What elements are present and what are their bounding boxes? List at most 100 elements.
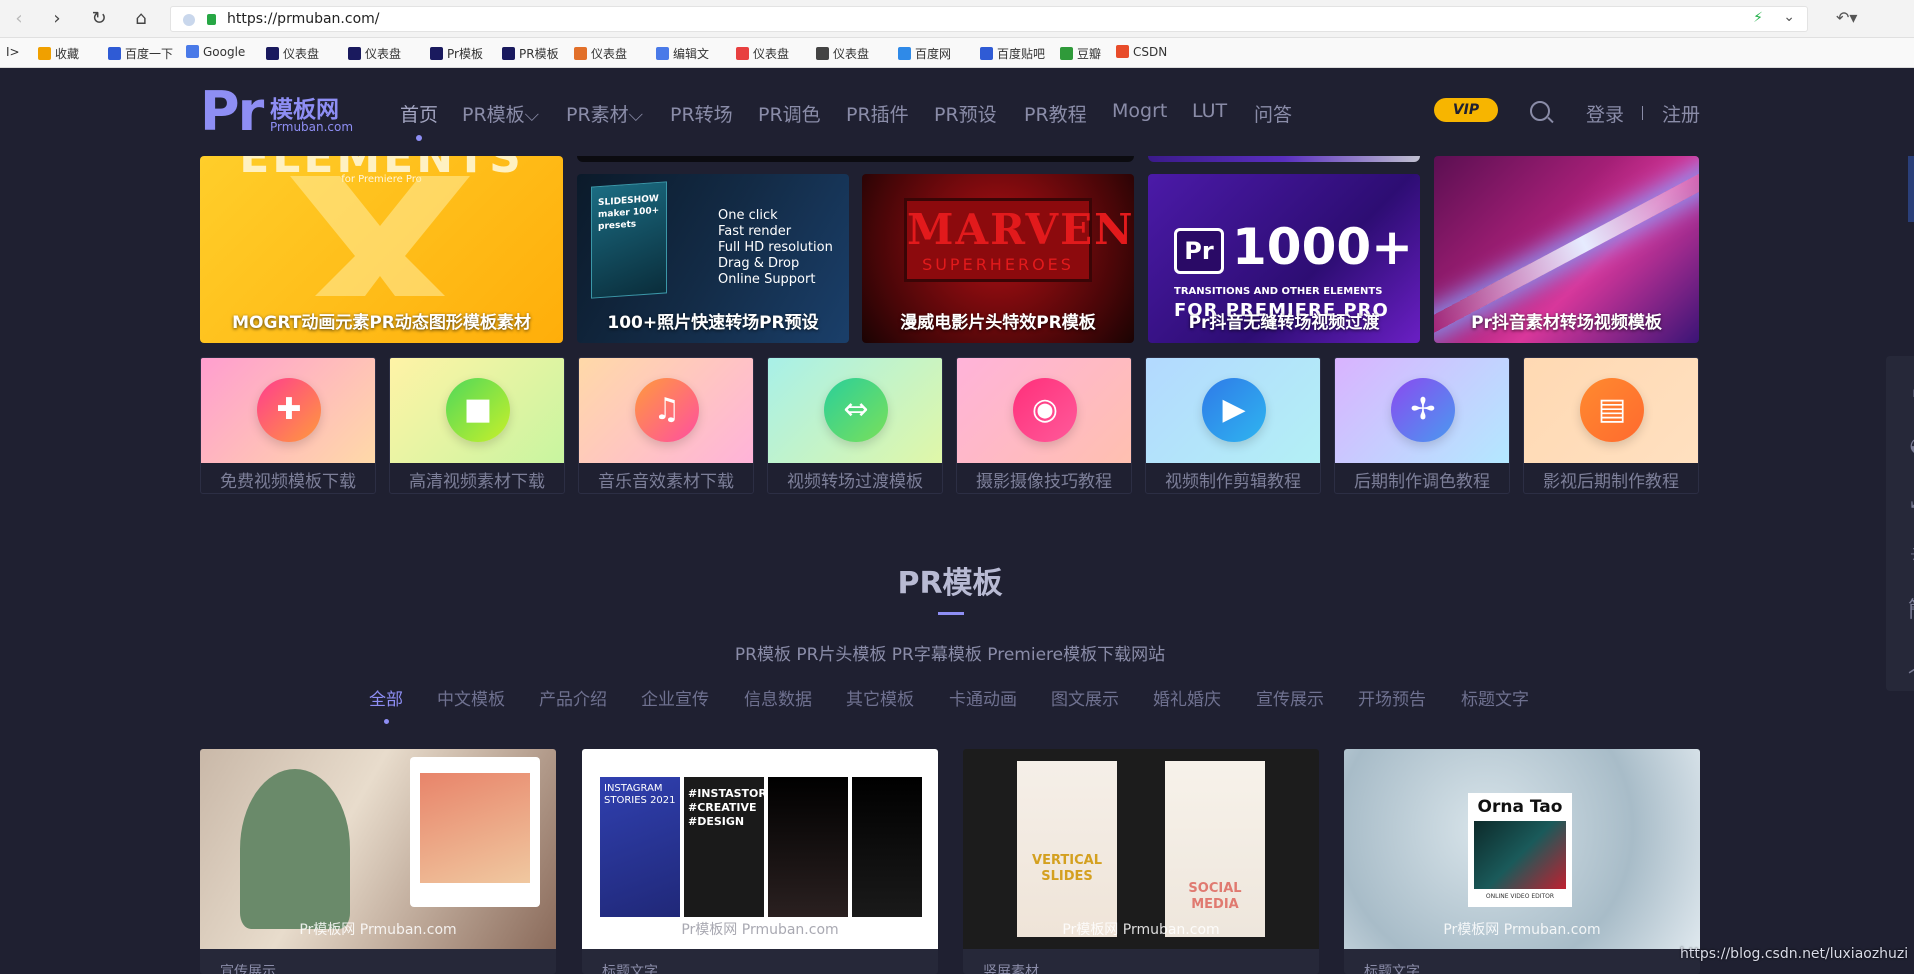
nav-item[interactable]: PR插件 (846, 100, 909, 127)
banner-caption: 漫威电影片头特效PR模板 (900, 313, 1096, 333)
chevron-down-icon[interactable]: ⌄ (1783, 9, 1795, 25)
film-icon: ▶ (1202, 378, 1266, 442)
bookmark-item[interactable]: 仪表盘 (266, 45, 319, 62)
banner-slideshow-presets[interactable]: SLIDESHOW maker 100+ presets One click F… (577, 174, 849, 343)
floating-toolbar: ⌂ ◒ ⤢ ☀ 簡 ︿ (1886, 356, 1914, 691)
undo-icon[interactable]: ↶▾ (1836, 8, 1857, 27)
template-card[interactable]: Orna Tao ONLINE VIDEO EDITOR Pr模板网 Prmub… (1344, 749, 1700, 974)
site-logo[interactable]: Pr 模板网 Prmuban.com (200, 80, 360, 143)
vip-badge[interactable]: VIP (1434, 98, 1498, 122)
bookmark-item[interactable]: 收藏 (38, 45, 79, 62)
category-tile[interactable]: ⇔ 视频转场过渡模板 (767, 357, 943, 494)
address-bar[interactable]: https://prmuban.com/ ⚡ ⌄ (170, 6, 1808, 32)
back-icon[interactable]: ‹ (8, 8, 30, 30)
filter-tab[interactable]: 开场预告 (1358, 685, 1426, 710)
template-card[interactable]: INSTAGRAM STORIES 2021 #INSTASTORY #CREA… (582, 749, 938, 974)
filter-tab[interactable]: 卡通动画 (949, 685, 1017, 710)
card-watermark: Pr模板网 Prmuban.com (1062, 922, 1220, 938)
fullscreen-icon[interactable]: ⤢ (1904, 486, 1914, 516)
douban-icon (1060, 47, 1073, 60)
category-tile[interactable]: ✚ 免费视频模板下载 (200, 357, 376, 494)
filter-tab[interactable]: 标题文字 (1461, 685, 1529, 710)
bookmark-item[interactable]: CSDN (1116, 45, 1167, 59)
phone-post-graphic (410, 757, 540, 907)
bookmark-item[interactable]: 仪表盘 (736, 45, 789, 62)
bookmark-label: 仪表盘 (753, 47, 790, 61)
basket-icon[interactable]: ⌂ (1904, 376, 1914, 406)
url-text[interactable]: https://prmuban.com/ (227, 11, 380, 27)
qq-icon[interactable]: ◒ (1904, 431, 1914, 461)
category-tile[interactable]: ▶ 视频制作剪辑教程 (1145, 357, 1321, 494)
bolt-icon[interactable]: ⚡ (1753, 10, 1763, 26)
filter-tab[interactable]: 其它模板 (846, 685, 914, 710)
bookmark-item[interactable]: PR模板 (502, 45, 559, 62)
card-title: 宣传展示 (220, 964, 276, 974)
nav-item[interactable]: LUT (1192, 100, 1227, 122)
bookmark-label: 百度一下 (125, 47, 174, 61)
home-icon[interactable]: ⌂ (130, 8, 152, 30)
category-banner: ⇔ (768, 358, 942, 463)
scrollbar-thumb[interactable] (1908, 156, 1914, 222)
filter-tab[interactable]: 宣传展示 (1256, 685, 1324, 710)
banner-caption: 100+照片快速转场PR预设 (607, 313, 819, 333)
privacy-icon[interactable] (183, 14, 195, 26)
banner-number: 1000+ (1232, 218, 1414, 276)
forward-icon[interactable]: › (46, 8, 68, 30)
filter-tab[interactable]: 产品介绍 (539, 685, 607, 710)
banner-douyin-transition[interactable]: Pr抖音素材转场视频模板 (1434, 156, 1699, 343)
category-tile[interactable]: ■ 高清视频素材下载 (389, 357, 565, 494)
banner-1000-transitions[interactable]: Pr 1000+ TRANSITIONS AND OTHER ELEMENTS … (1148, 174, 1420, 343)
template-card[interactable]: VERTICAL SLIDES SOCIAL MEDIA Pr模板网 Prmub… (963, 749, 1319, 974)
reload-icon[interactable]: ↻ (88, 8, 110, 30)
baidu-pan-icon (898, 47, 911, 60)
nav-item[interactable]: PR转场 (670, 100, 733, 127)
bookmark-item[interactable]: 百度一下 (108, 45, 173, 62)
bookmark-label: Google (203, 45, 246, 59)
login-link[interactable]: 登录 (1586, 100, 1624, 127)
bookmark-item[interactable]: 豆瓣 (1060, 45, 1101, 62)
nav-item[interactable]: PR预设 (934, 100, 997, 127)
simplified-chinese-icon[interactable]: 簡 (1904, 596, 1914, 626)
filter-tab[interactable]: 中文模板 (437, 685, 505, 710)
bookmark-item[interactable]: 编辑文 (656, 45, 709, 62)
nav-item[interactable]: PR调色 (758, 100, 821, 127)
category-tile[interactable]: ♫ 音乐音效素材下载 (578, 357, 754, 494)
nav-item[interactable]: Mogrt (1112, 100, 1167, 122)
browser-toolbar: ‹ › ↻ ⌂ https://prmuban.com/ ⚡ ⌄ ↶▾ (0, 0, 1914, 38)
category-tile[interactable]: ▤ 影视后期制作教程 (1523, 357, 1699, 494)
filter-tab[interactable]: 全部 (369, 685, 403, 710)
bookmark-item[interactable]: 百度贴吧 (980, 45, 1045, 62)
nav-item[interactable]: PR素材⌵ (566, 100, 643, 127)
nav-item[interactable]: PR教程 (1024, 100, 1087, 127)
brightness-icon[interactable]: ☀ (1904, 541, 1914, 571)
nav-item[interactable]: PR模板⌵ (462, 100, 539, 127)
story-panel: #INSTASTORY #CREATIVE #DESIGN (684, 777, 774, 917)
bookmarks-toggle-icon[interactable]: I> (6, 45, 20, 59)
news-icon: ▤ (1580, 378, 1644, 442)
search-icon[interactable] (1530, 101, 1550, 121)
filter-tab[interactable]: 婚礼婚庆 (1153, 685, 1221, 710)
filter-tab[interactable]: 图文展示 (1051, 685, 1119, 710)
card-heading: Orna Tao (1477, 797, 1563, 817)
title-card-graphic: Orna Tao ONLINE VIDEO EDITOR (1468, 793, 1572, 907)
bookmark-item[interactable]: 百度网 (898, 45, 951, 62)
category-tile[interactable]: ✢ 后期制作调色教程 (1334, 357, 1510, 494)
bookmark-label: PR模板 (519, 47, 559, 61)
filter-tab[interactable]: 企业宣传 (641, 685, 709, 710)
nav-item[interactable]: 首页 (400, 100, 438, 127)
back-to-top-icon[interactable]: ︿ (1904, 651, 1914, 681)
aperture-icon: ✢ (1391, 378, 1455, 442)
banner-marven-intro[interactable]: MARVEN SUPERHEROES 漫威电影片头特效PR模板 (862, 174, 1134, 343)
bookmark-item[interactable]: Google (186, 45, 245, 59)
category-tile[interactable]: ◉ 摄影摄像技巧教程 (956, 357, 1132, 494)
bookmark-item[interactable]: Pr模板 (430, 45, 483, 62)
banner-mogrt-elements[interactable]: ELEMENTS for Premiere Pro MOGRT动画元素PR动态图… (200, 156, 563, 343)
filter-tab[interactable]: 信息数据 (744, 685, 812, 710)
category-banner: ▶ (1146, 358, 1320, 463)
bookmark-item[interactable]: 仪表盘 (574, 45, 627, 62)
nav-item[interactable]: 问答 (1254, 100, 1292, 127)
bookmark-item[interactable]: 仪表盘 (816, 45, 869, 62)
register-link[interactable]: 注册 (1662, 100, 1700, 127)
bookmark-item[interactable]: 仪表盘 (348, 45, 401, 62)
template-card[interactable]: Pr模板网 Prmuban.com 宣传展示 (200, 749, 556, 974)
